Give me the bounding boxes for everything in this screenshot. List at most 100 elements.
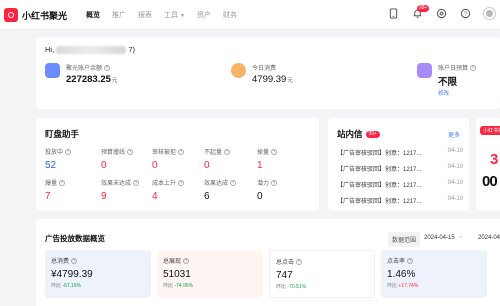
brand[interactable]: 小红书聚光 <box>4 8 67 22</box>
date-range-end[interactable]: 2024-04 <box>478 235 500 241</box>
kpi-label: 总点击 <box>276 260 295 266</box>
stat-label: 审核被拒 <box>152 150 177 156</box>
messages-header: 站内信 99+ <box>337 128 380 140</box>
stat-value: 4 <box>152 191 158 202</box>
message-item[interactable]: 【广告审核驳回】创意：1217... 04-10 <box>337 164 463 173</box>
kpi-change-value: -70.51% <box>287 284 307 290</box>
greeting-suffix: 7) <box>128 45 136 54</box>
info-icon[interactable]: ? <box>224 148 231 155</box>
avatar-placeholder-icon <box>486 10 493 17</box>
ad-data-title: 广告投放数据概览 <box>45 234 105 243</box>
nav-tools-label: 工具 <box>164 12 178 19</box>
stat-label: 效果达成 <box>204 181 229 187</box>
edit-budget-link[interactable]: 修改 <box>438 89 476 97</box>
info-icon[interactable]: ? <box>407 257 414 264</box>
kpi-label: 总展现 <box>163 259 182 265</box>
date-range-start[interactable]: 2024-04-15 <box>424 235 455 241</box>
assistant-stat[interactable]: 不起量? 0 <box>204 147 264 171</box>
message-date: 04-10 <box>447 196 463 202</box>
assistant-stat[interactable]: 效果达成? 6 <box>204 178 264 202</box>
kpi-label: 总消费 <box>51 259 70 265</box>
promo-banner[interactable]: 小红书投放 3 00 <box>476 118 500 211</box>
info-icon[interactable]: ? <box>104 64 111 71</box>
nav-reports[interactable]: 报表 <box>138 10 152 20</box>
nav-overview[interactable]: 概览 <box>86 10 100 20</box>
date-range-label: 数据范围 <box>388 232 421 247</box>
stat-value: 0 <box>152 160 158 171</box>
stat-value: 1 <box>257 160 263 171</box>
info-icon[interactable]: ? <box>71 257 78 264</box>
monitoring-assistant-card: 盯盘助手 投放中? 52 预算撞线? 0 审核被拒? 0 不起量? 0 掉量? 1 爆量? 7 效果未达… <box>36 118 319 211</box>
user-avatar[interactable] <box>483 7 496 20</box>
info-icon[interactable]: ? <box>296 258 303 265</box>
greeting: Hi, 7) <box>45 45 136 55</box>
info-icon[interactable]: ? <box>59 179 66 186</box>
stat-label: 预算撞线 <box>101 150 126 156</box>
message-item[interactable]: 【广告审核驳回】创意：1217... 04-10 <box>337 180 463 189</box>
promo-tag: 小红书投放 <box>480 126 500 135</box>
stat-label: 不起量 <box>204 150 223 156</box>
brand-name: 小红书聚光 <box>22 10 68 21</box>
date-range-separator: ~ <box>459 235 463 241</box>
bell-icon[interactable]: 99+ <box>411 4 430 20</box>
balance-label: 聚光账户余额 <box>66 66 103 72</box>
today-spend-label: 今日消费 <box>252 66 277 72</box>
kpi-value: 747 <box>276 270 293 281</box>
assistant-stat[interactable]: 成本上升? 4 <box>152 178 212 202</box>
today-spend-unit: 元 <box>287 78 293 84</box>
assistant-stat[interactable]: 投放中? 52 <box>45 147 105 171</box>
kpi-change-label: 环比 <box>387 283 398 289</box>
xiaohongshu-logo-icon <box>4 8 18 22</box>
info-icon[interactable]: ? <box>65 148 72 155</box>
today-spend-metric: 今日消费 4799.39元 <box>231 63 293 85</box>
assistant-stat[interactable]: 掉量? 1 <box>257 147 317 171</box>
help-icon[interactable]: ? <box>459 8 471 20</box>
info-icon[interactable]: ? <box>271 179 278 186</box>
tablet-icon[interactable] <box>387 8 399 20</box>
stat-value: 6 <box>204 191 210 202</box>
kpi-tile[interactable]: 总点击? 747 环比 -70.51% <box>269 250 375 298</box>
info-icon[interactable]: ? <box>127 148 134 155</box>
assistant-stat[interactable]: 潜力? 0 <box>257 178 317 202</box>
nav-assets[interactable]: 资产 <box>197 10 211 20</box>
message-date: 04-10 <box>447 148 463 154</box>
kpi-tile[interactable]: 点击率? 1.46% 环比 +17.74% <box>381 250 487 298</box>
stat-label: 掉量 <box>257 150 270 156</box>
assistant-stat[interactable]: 爆量? 7 <box>45 178 105 202</box>
nav-finance[interactable]: 财务 <box>223 10 237 20</box>
nav-promotion[interactable]: 推广 <box>112 10 126 20</box>
info-icon[interactable]: ? <box>183 257 190 264</box>
stat-value: 7 <box>45 191 51 202</box>
info-icon[interactable]: ? <box>178 148 185 155</box>
kpi-tile[interactable]: 总消费? ¥4799.39 环比 -67.19% <box>45 250 151 298</box>
info-icon[interactable]: ? <box>178 179 185 186</box>
today-spend-value: 4799.39 <box>252 74 287 85</box>
assistant-stat[interactable]: 审核被拒? 0 <box>152 147 212 171</box>
message-text: 【广告审核驳回】创意：1217... <box>337 151 422 157</box>
top-right-toolbar: 99+ ? <box>387 4 496 20</box>
stat-label: 爆量 <box>45 181 58 187</box>
settings-icon[interactable] <box>435 8 447 20</box>
message-item[interactable]: 【广告审核驳回】创意：1217... 04-10 <box>337 196 463 205</box>
info-icon[interactable]: ? <box>133 179 140 186</box>
kpi-change: 环比 -74.95% <box>163 282 257 289</box>
kpi-tile[interactable]: 总展现? 51031 环比 -74.95% <box>157 250 263 298</box>
messages-title: 站内信 <box>337 129 363 139</box>
top-navigation-bar: 小红书聚光 概览 推广 报表 工具 ▼ 资产 财务 99+ ? <box>0 0 500 30</box>
main-nav: 概览 推广 报表 工具 ▼ 资产 财务 <box>86 10 237 20</box>
budget-icon <box>417 63 432 78</box>
info-icon[interactable]: ? <box>470 64 477 71</box>
info-icon[interactable]: ? <box>271 148 278 155</box>
daily-budget-value: 不限 <box>438 77 458 88</box>
stat-label: 效果未达成 <box>101 181 132 187</box>
message-date: 04-10 <box>447 180 463 186</box>
kpi-value: 1.46% <box>387 269 416 280</box>
nav-tools[interactable]: 工具 ▼ <box>164 10 185 20</box>
account-card: Hi, 7) 聚光账户余额? 227283.25元 今日消费 4799.39元 … <box>36 37 500 109</box>
yen-icon <box>231 63 246 78</box>
ad-data-overview-card: 广告投放数据概览 数据范围 2024-04-15 ~ 2024-04 总消费? ¥… <box>36 219 500 306</box>
info-icon[interactable]: ? <box>230 179 237 186</box>
more-messages-link[interactable]: 更多 <box>448 130 460 139</box>
message-item[interactable]: 【广告审核驳回】创意：1217... 04-10 <box>337 148 463 157</box>
kpi-value: 51031 <box>163 269 191 280</box>
